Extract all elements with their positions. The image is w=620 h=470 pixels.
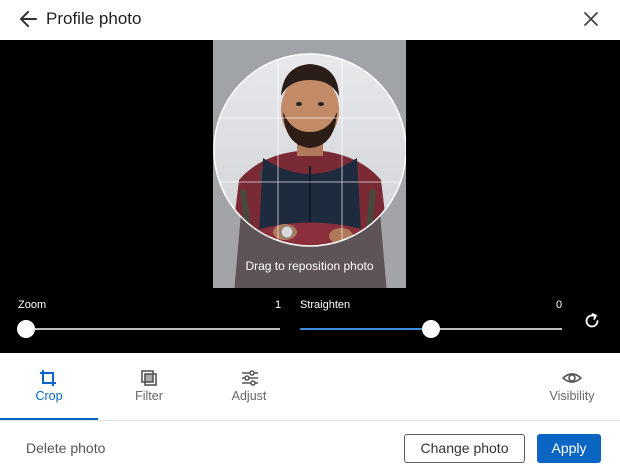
crop-icon (40, 370, 56, 386)
change-photo-button[interactable]: Change photo (404, 434, 525, 463)
zoom-label: Zoom (18, 299, 47, 311)
rotate-reset-button[interactable] (582, 311, 602, 331)
back-button[interactable] (18, 8, 40, 30)
delete-photo-button[interactable]: Delete photo (26, 440, 105, 456)
close-icon (584, 12, 598, 26)
zoom-value: 1 (275, 299, 282, 311)
tab-crop[interactable]: Crop (0, 353, 98, 421)
filter-icon (141, 370, 157, 386)
tab-adjust-label: Adjust (231, 389, 267, 403)
straighten-slider-thumb[interactable] (422, 320, 440, 338)
dialog-header: Profile photo (0, 0, 620, 40)
dialog-title: Profile photo (46, 9, 142, 28)
zoom-track[interactable] (26, 328, 280, 330)
eye-icon (562, 373, 582, 383)
tab-filter-label: Filter (135, 389, 163, 403)
tab-filter[interactable]: Filter (100, 353, 198, 421)
arrow-left-icon (20, 11, 37, 27)
tab-visibility-label: Visibility (549, 389, 595, 403)
tab-adjust[interactable]: Adjust (200, 353, 298, 421)
close-button[interactable] (580, 8, 602, 30)
zoom-slider-thumb[interactable] (17, 320, 35, 338)
straighten-label: Straighten (300, 299, 351, 311)
apply-button[interactable]: Apply (537, 434, 601, 463)
drag-hint: Drag to reposition photo (245, 259, 374, 273)
straighten-value: 0 (556, 299, 563, 311)
adjust-sliders-icon (242, 370, 258, 386)
straighten-track-fill (300, 328, 431, 330)
edit-toolbar: Crop Filter Adjust Visibility (0, 353, 620, 421)
slider-controls: Zoom 1 Straighten 0 (0, 288, 620, 353)
tab-visibility[interactable]: Visibility (530, 353, 614, 421)
photo-editor: Drag to reposition photo Zoom 1 Straight… (0, 40, 620, 353)
tab-crop-label: Crop (35, 389, 63, 403)
rotate-reset-icon (585, 313, 599, 328)
footer-divider (0, 420, 620, 421)
